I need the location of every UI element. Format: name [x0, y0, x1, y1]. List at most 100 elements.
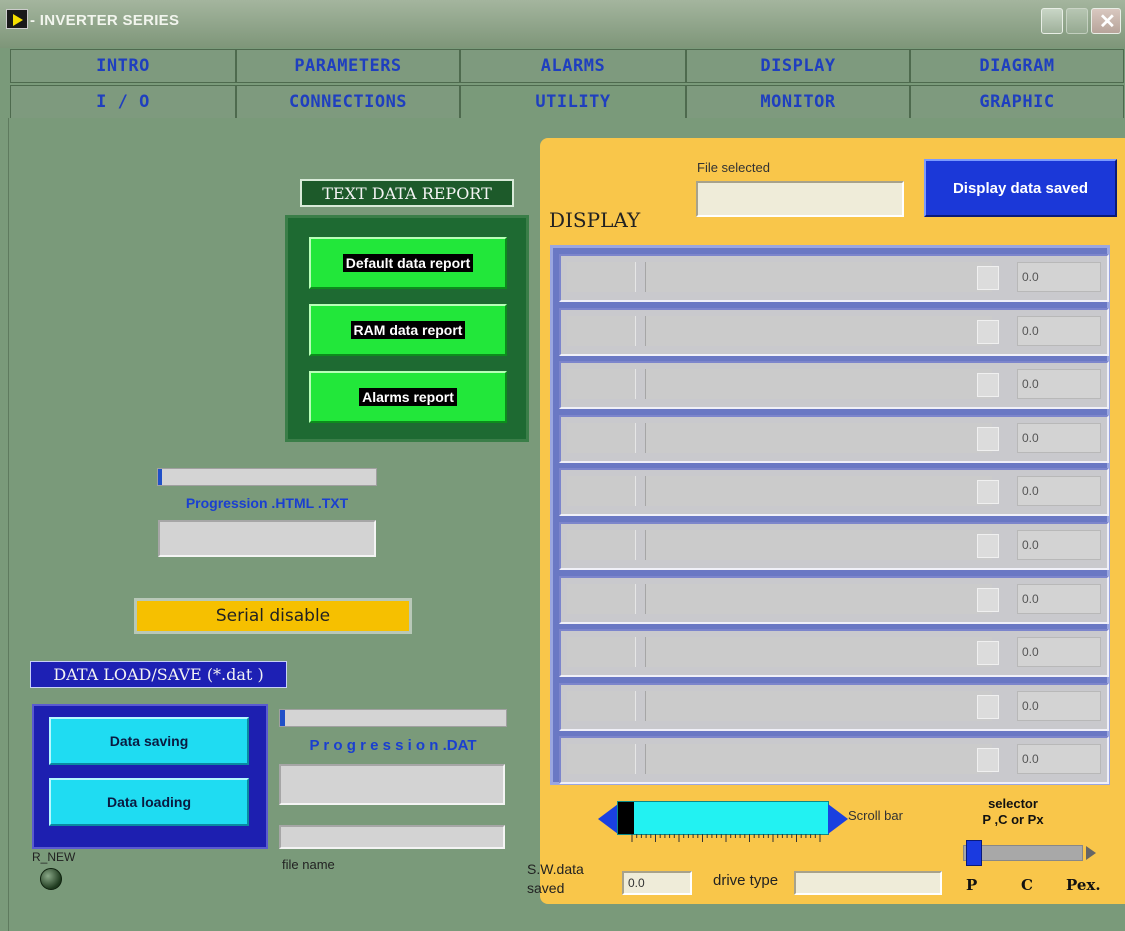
- row-index-field: [567, 637, 636, 668]
- row-index-field: [567, 476, 636, 507]
- scroll-bar-track[interactable]: [617, 801, 829, 835]
- tab-display[interactable]: DISPLAY: [686, 49, 910, 83]
- led-label: R_NEW: [32, 850, 76, 864]
- row-unit-field: [977, 587, 999, 612]
- progress-html-bar: [157, 468, 377, 486]
- row-unit-field: [977, 641, 999, 666]
- progress-html-fill: [158, 469, 163, 485]
- scroll-bar-thumb[interactable]: [618, 802, 634, 834]
- data-load-save-title: DATA LOAD/SAVE (*.dat ): [30, 661, 287, 688]
- display-row: 0.0: [559, 629, 1109, 678]
- default-data-report-label: Default data report: [342, 254, 474, 272]
- selector-option-pex: Pex.: [1066, 876, 1101, 894]
- title-bar: - INVERTER SERIES ✕: [0, 0, 1125, 48]
- tab-alarms[interactable]: ALARMS: [460, 49, 686, 83]
- row-value: 0.0: [1017, 744, 1101, 775]
- row-description-field: [645, 690, 992, 721]
- drive-type-label: drive type: [713, 872, 779, 889]
- selector-option-c: C: [1021, 876, 1033, 894]
- selector-arrow-icon[interactable]: [1086, 846, 1096, 860]
- display-data-saved-button[interactable]: Display data saved: [924, 159, 1117, 217]
- row-unit-field: [977, 748, 999, 773]
- sw-data-saved-label: S.W.data saved: [527, 861, 584, 896]
- tab-parameters[interactable]: PARAMETERS: [236, 49, 460, 83]
- row-index-field: [567, 690, 636, 721]
- row-description-field: [645, 476, 992, 507]
- sw-data-saved-value: 0.0: [622, 871, 692, 895]
- row-index-field: [567, 583, 636, 614]
- display-row: 0.0: [559, 736, 1109, 785]
- row-value: 0.0: [1017, 530, 1101, 560]
- row-description-field: [645, 583, 992, 614]
- progress-dat-bar: [279, 709, 507, 727]
- row-value: 0.0: [1017, 262, 1101, 292]
- tab-connections[interactable]: CONNECTIONS: [236, 85, 460, 119]
- row-unit-field: [977, 319, 999, 344]
- row-value: 0.0: [1017, 476, 1101, 507]
- display-row: 0.0: [559, 361, 1109, 410]
- scroll-ticks: [631, 834, 821, 842]
- row-value: 0.0: [1017, 583, 1101, 614]
- display-row: 0.0: [559, 522, 1109, 570]
- row-unit-field: [977, 694, 999, 719]
- row-value: 0.0: [1017, 422, 1101, 453]
- row-index-field: [567, 369, 636, 400]
- close-icon: ✕: [1099, 11, 1116, 33]
- window-title: - INVERTER SERIES: [30, 12, 180, 29]
- default-data-report-button[interactable]: Default data report: [309, 237, 507, 289]
- progress-dat-fill: [280, 710, 285, 726]
- display-row: 0.0: [559, 254, 1109, 302]
- display-row: 0.0: [559, 682, 1109, 731]
- row-description-field: [645, 637, 992, 668]
- tab-i-o[interactable]: I / O: [10, 85, 236, 119]
- selector-label: selector P ,C or Px: [982, 796, 1044, 827]
- row-index-field: [567, 315, 636, 346]
- display-row: 0.0: [559, 468, 1109, 517]
- scroll-left-arrow-icon[interactable]: [598, 804, 618, 834]
- ram-data-report-label: RAM data report: [350, 321, 466, 339]
- file-selected-field: [696, 181, 904, 217]
- alarms-report-label: Alarms report: [359, 388, 457, 406]
- tab-graphic[interactable]: GRAPHIC: [910, 85, 1124, 119]
- progress-dat-label: P r o g r e s s i o n .DAT: [309, 737, 477, 754]
- scroll-bar-label: Scroll bar: [848, 808, 903, 823]
- minimize-button[interactable]: [1041, 8, 1063, 34]
- row-description-field: [645, 744, 992, 775]
- app-icon: [6, 9, 28, 29]
- row-description-field: [645, 315, 992, 346]
- maximize-button[interactable]: [1066, 8, 1088, 34]
- tab-diagram[interactable]: DIAGRAM: [910, 49, 1124, 83]
- row-index-field: [567, 422, 636, 453]
- ram-data-report-button[interactable]: RAM data report: [309, 304, 507, 356]
- row-value: 0.0: [1017, 315, 1101, 346]
- row-value: 0.0: [1017, 637, 1101, 668]
- row-description-field: [645, 262, 992, 292]
- display-row: 0.0: [559, 414, 1109, 463]
- tab-intro[interactable]: INTRO: [10, 49, 236, 83]
- close-button[interactable]: ✕: [1091, 8, 1121, 34]
- progress-dat-output: [279, 764, 505, 805]
- selector-knob[interactable]: [966, 840, 982, 866]
- tab-monitor[interactable]: MONITOR: [686, 85, 910, 119]
- row-unit-field: [977, 373, 999, 398]
- tab-utility[interactable]: UTILITY: [460, 85, 686, 119]
- display-title: DISPLAY: [549, 208, 641, 232]
- text-data-report-title: TEXT DATA REPORT: [300, 179, 514, 207]
- row-index-field: [567, 262, 636, 292]
- row-description-field: [645, 530, 992, 560]
- r-new-led[interactable]: [40, 868, 62, 890]
- progress-html-label: Progression .HTML .TXT: [185, 495, 349, 511]
- row-description-field: [645, 369, 992, 400]
- display-row: 0.0: [559, 575, 1109, 624]
- row-index-field: [567, 744, 636, 775]
- row-description-field: [645, 422, 992, 453]
- row-unit-field: [977, 534, 999, 558]
- display-row: 0.0: [559, 307, 1109, 356]
- row-unit-field: [977, 426, 999, 451]
- file-name-field[interactable]: [279, 825, 505, 849]
- data-loading-button[interactable]: Data loading: [49, 778, 249, 826]
- scroll-right-arrow-icon[interactable]: [828, 804, 848, 834]
- display-rows-panel: 0.0 0.0 0.0 0.0 0.0 0.0 0.0 0.0 0.0 0.0: [550, 245, 1110, 785]
- alarms-report-button[interactable]: Alarms report: [309, 371, 507, 423]
- data-saving-button[interactable]: Data saving: [49, 717, 249, 765]
